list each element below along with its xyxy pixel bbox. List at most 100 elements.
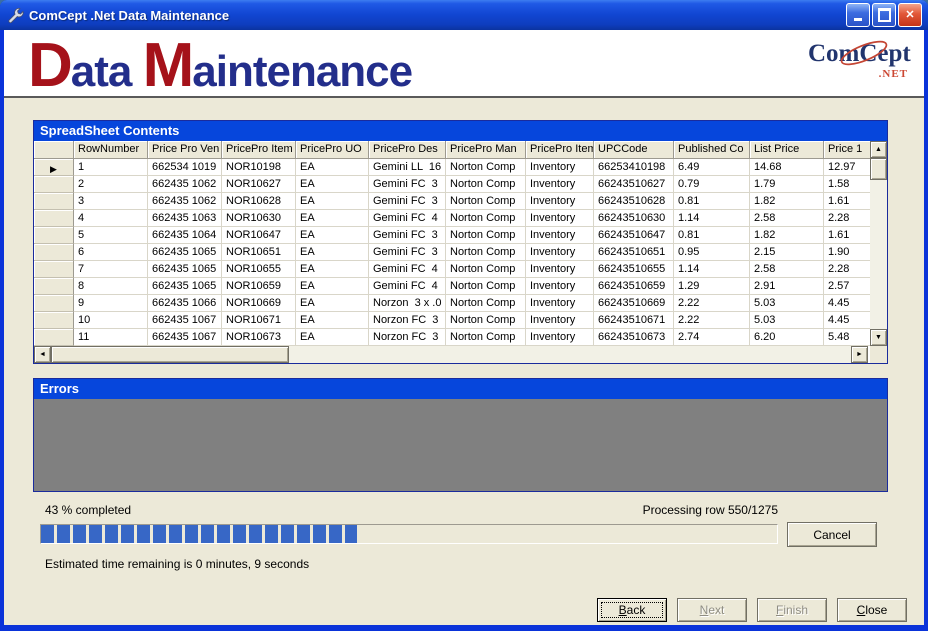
grid-row[interactable]: 3662435 1062NOR10628EAGemini FC 3Norton … bbox=[34, 193, 887, 210]
grid-cell[interactable]: Inventory bbox=[526, 176, 594, 193]
grid-cell[interactable]: NOR10630 bbox=[222, 210, 296, 227]
finish-button[interactable]: Finish bbox=[757, 598, 827, 622]
grid-cell[interactable]: NOR10671 bbox=[222, 312, 296, 329]
grid-cell[interactable]: EA bbox=[296, 227, 369, 244]
grid-column-header[interactable]: RowNumber bbox=[74, 141, 148, 159]
row-selector-cell[interactable] bbox=[34, 193, 74, 210]
grid-cell[interactable]: 2.58 bbox=[750, 261, 824, 278]
grid-cell[interactable]: NOR10673 bbox=[222, 329, 296, 346]
grid-cell[interactable]: Gemini FC 3 bbox=[369, 227, 446, 244]
grid-cell[interactable]: 2.58 bbox=[750, 210, 824, 227]
grid-cell[interactable]: EA bbox=[296, 176, 369, 193]
grid-cell[interactable]: Inventory bbox=[526, 210, 594, 227]
next-button[interactable]: Next bbox=[677, 598, 747, 622]
grid-cell[interactable]: Inventory bbox=[526, 244, 594, 261]
grid-cell[interactable]: 6.49 bbox=[674, 159, 750, 176]
grid-row[interactable]: ▶1662534 1019NOR10198EAGemini LL 16Norto… bbox=[34, 159, 887, 176]
back-button[interactable]: Back bbox=[597, 598, 667, 622]
scroll-right-button[interactable]: ► bbox=[851, 346, 868, 363]
grid-cell[interactable]: Norton Comp bbox=[446, 244, 526, 261]
grid-row[interactable]: 9662435 1066NOR10669EANorzon 3 x .0Norto… bbox=[34, 295, 887, 312]
grid-cell[interactable]: EA bbox=[296, 278, 369, 295]
horizontal-scrollbar[interactable]: ◄ ► bbox=[34, 346, 868, 363]
grid-cell[interactable]: Norton Comp bbox=[446, 210, 526, 227]
grid-column-header[interactable]: List Price bbox=[750, 141, 824, 159]
row-selector-cell[interactable] bbox=[34, 210, 74, 227]
grid-cell[interactable]: 66243510628 bbox=[594, 193, 674, 210]
grid-column-header[interactable]: PricePro UO bbox=[296, 141, 369, 159]
grid-cell[interactable]: Norton Comp bbox=[446, 227, 526, 244]
grid-cell[interactable]: NOR10628 bbox=[222, 193, 296, 210]
row-selector-cell[interactable] bbox=[34, 176, 74, 193]
grid-cell[interactable]: 66243510671 bbox=[594, 312, 674, 329]
grid-cell[interactable]: NOR10651 bbox=[222, 244, 296, 261]
grid-cell[interactable]: Norton Comp bbox=[446, 295, 526, 312]
grid-cell[interactable]: 1.14 bbox=[674, 261, 750, 278]
grid-cell[interactable]: Inventory bbox=[526, 329, 594, 346]
grid-cell[interactable]: Inventory bbox=[526, 295, 594, 312]
grid-cell[interactable]: NOR10627 bbox=[222, 176, 296, 193]
scroll-down-button[interactable]: ▼ bbox=[870, 329, 887, 346]
row-selector-cell[interactable] bbox=[34, 261, 74, 278]
grid-cell[interactable]: 7 bbox=[74, 261, 148, 278]
grid-cell[interactable]: NOR10655 bbox=[222, 261, 296, 278]
cancel-button[interactable]: Cancel bbox=[787, 522, 877, 547]
grid-cell[interactable]: Norzon FC 3 bbox=[369, 329, 446, 346]
grid-cell[interactable]: 662435 1062 bbox=[148, 176, 222, 193]
grid-cell[interactable]: 0.79 bbox=[674, 176, 750, 193]
row-selector-cell[interactable] bbox=[34, 295, 74, 312]
grid-cell[interactable]: Gemini FC 4 bbox=[369, 261, 446, 278]
grid-cell[interactable]: 6 bbox=[74, 244, 148, 261]
grid-cell[interactable]: Norzon FC 3 bbox=[369, 312, 446, 329]
grid-column-header[interactable]: Price Pro Ven bbox=[148, 141, 222, 159]
grid-cell[interactable]: 5.03 bbox=[750, 312, 824, 329]
grid-cell[interactable]: 662435 1066 bbox=[148, 295, 222, 312]
grid-cell[interactable]: 1.14 bbox=[674, 210, 750, 227]
grid-column-header[interactable]: PricePro Des bbox=[369, 141, 446, 159]
grid-cell[interactable]: 1.29 bbox=[674, 278, 750, 295]
grid-cell[interactable]: 1.79 bbox=[750, 176, 824, 193]
grid-cell[interactable]: Gemini FC 3 bbox=[369, 176, 446, 193]
grid-cell[interactable]: Inventory bbox=[526, 261, 594, 278]
grid-cell[interactable]: 662435 1064 bbox=[148, 227, 222, 244]
grid-cell[interactable]: 66243510673 bbox=[594, 329, 674, 346]
grid-row[interactable]: 2662435 1062NOR10627EAGemini FC 3Norton … bbox=[34, 176, 887, 193]
grid-cell[interactable]: EA bbox=[296, 312, 369, 329]
grid-cell[interactable]: Norton Comp bbox=[446, 312, 526, 329]
grid-cell[interactable]: Gemini FC 3 bbox=[369, 244, 446, 261]
grid-cell[interactable]: Gemini FC 3 bbox=[369, 193, 446, 210]
grid-cell[interactable]: 662435 1065 bbox=[148, 244, 222, 261]
grid-column-header[interactable]: PricePro Man bbox=[446, 141, 526, 159]
grid-cell[interactable]: 662534 1019 bbox=[148, 159, 222, 176]
grid-column-header[interactable]: UPCCode bbox=[594, 141, 674, 159]
grid-column-header[interactable]: PricePro Item bbox=[222, 141, 296, 159]
grid-cell[interactable]: 5 bbox=[74, 227, 148, 244]
maximize-button[interactable] bbox=[872, 3, 896, 27]
grid-cell[interactable]: 3 bbox=[74, 193, 148, 210]
grid-cell[interactable]: 0.95 bbox=[674, 244, 750, 261]
grid-cell[interactable]: Norton Comp bbox=[446, 159, 526, 176]
grid-row[interactable]: 10662435 1067NOR10671EANorzon FC 3Norton… bbox=[34, 312, 887, 329]
horizontal-scrollbar-thumb[interactable] bbox=[51, 346, 289, 363]
grid-cell[interactable]: 66243510659 bbox=[594, 278, 674, 295]
titlebar-close-button[interactable]: ✕ bbox=[898, 3, 922, 27]
grid-cell[interactable]: EA bbox=[296, 329, 369, 346]
grid-cell[interactable]: Norton Comp bbox=[446, 278, 526, 295]
grid-cell[interactable]: NOR10647 bbox=[222, 227, 296, 244]
grid-cell[interactable]: 0.81 bbox=[674, 227, 750, 244]
grid-cell[interactable]: Norton Comp bbox=[446, 261, 526, 278]
grid-cell[interactable]: EA bbox=[296, 244, 369, 261]
grid-cell[interactable]: Norton Comp bbox=[446, 329, 526, 346]
grid-cell[interactable]: 66243510630 bbox=[594, 210, 674, 227]
grid-row[interactable]: 6662435 1065NOR10651EAGemini FC 3Norton … bbox=[34, 244, 887, 261]
grid-cell[interactable]: 662435 1067 bbox=[148, 312, 222, 329]
row-selector-cell[interactable] bbox=[34, 244, 74, 261]
row-selector-cell[interactable] bbox=[34, 278, 74, 295]
row-selector-cell[interactable] bbox=[34, 329, 74, 346]
grid-cell[interactable]: NOR10669 bbox=[222, 295, 296, 312]
grid-column-header[interactable]: PricePro Item bbox=[526, 141, 594, 159]
grid-cell[interactable]: 1.82 bbox=[750, 227, 824, 244]
grid-cell[interactable]: 662435 1062 bbox=[148, 193, 222, 210]
vertical-scrollbar-thumb[interactable] bbox=[870, 158, 887, 180]
grid-cell[interactable]: 1.82 bbox=[750, 193, 824, 210]
